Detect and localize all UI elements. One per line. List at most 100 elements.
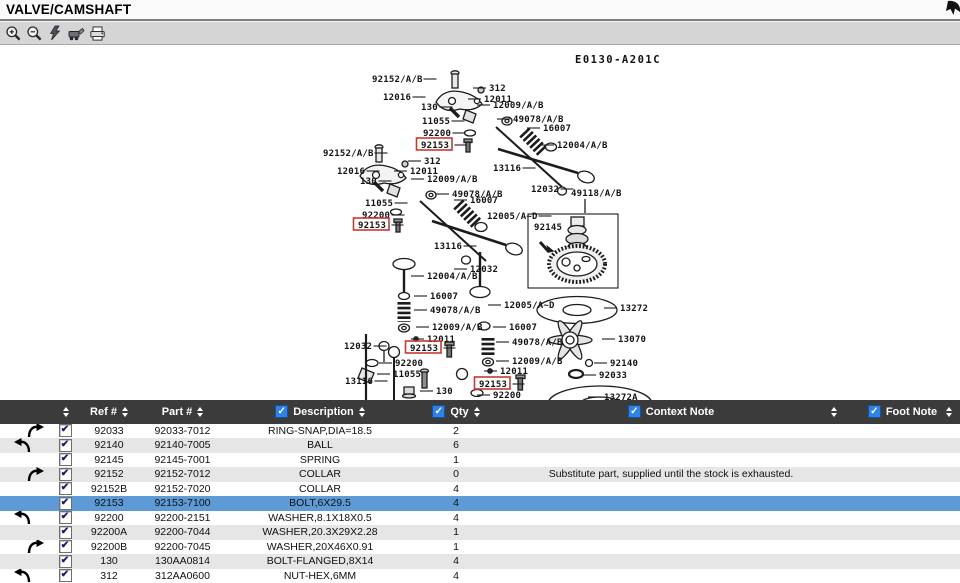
table-row[interactable]: ✔312312AA0600NUT-HEX,6MM4 bbox=[0, 569, 960, 583]
part-label[interactable]: 11055 bbox=[365, 199, 393, 209]
jump-arrow-cw-icon[interactable] bbox=[26, 540, 45, 555]
row-checkbox[interactable]: ✔ bbox=[59, 468, 72, 481]
table-row[interactable]: ✔9203392033-7012RING-SNAP,DIA=18.52 bbox=[0, 424, 960, 439]
part-label[interactable]: 12004/A/B bbox=[427, 272, 478, 282]
column-header-qty[interactable]: ✓Qty bbox=[415, 400, 497, 424]
table-row[interactable]: ✔92200A92200-7044WASHER,20.3X29X2.281 bbox=[0, 525, 960, 540]
column-visibility-checkbox[interactable]: ✓ bbox=[628, 405, 641, 418]
jump-arrow-cw-icon[interactable] bbox=[26, 424, 45, 439]
jump-arrow-cell[interactable] bbox=[0, 424, 52, 439]
part-label[interactable]: 16007 bbox=[543, 124, 571, 134]
part-label[interactable]: 49118/A/B bbox=[571, 189, 622, 199]
part-label[interactable]: 12032 bbox=[344, 342, 372, 352]
jump-arrow-cell[interactable] bbox=[0, 540, 52, 555]
table-row[interactable]: ✔9215292152-7012COLLAR0Substitute part, … bbox=[0, 467, 960, 482]
part-label[interactable]: 12004/A/B bbox=[557, 141, 608, 151]
part-label[interactable]: 92152/A/B bbox=[372, 75, 423, 85]
part-label[interactable]: 13116 bbox=[434, 242, 462, 252]
row-checkbox[interactable]: ✔ bbox=[59, 453, 72, 466]
part-label[interactable]: 12016 bbox=[383, 93, 411, 103]
column-header-context-note[interactable]: ✓Context Note bbox=[497, 400, 845, 424]
jump-arrow-cw-icon[interactable] bbox=[26, 467, 45, 482]
sort-icon[interactable] bbox=[474, 407, 480, 417]
part-label[interactable]: 130 bbox=[436, 387, 453, 397]
row-checkbox[interactable]: ✔ bbox=[59, 424, 72, 437]
sort-icon[interactable] bbox=[122, 407, 128, 417]
row-checkbox[interactable]: ✔ bbox=[59, 526, 72, 539]
sort-icon[interactable] bbox=[946, 407, 952, 417]
part-label[interactable]: 92153 bbox=[479, 380, 507, 390]
part-label[interactable]: 92200 bbox=[362, 211, 390, 221]
part-label[interactable]: 13116 bbox=[493, 164, 521, 174]
part-label[interactable]: 16007 bbox=[430, 292, 458, 302]
part-label[interactable]: 11055 bbox=[393, 370, 421, 380]
hotspot-lightning-icon[interactable] bbox=[46, 24, 64, 42]
part-label[interactable]: 13272 bbox=[620, 304, 648, 314]
part-label[interactable]: 92153 bbox=[358, 221, 386, 231]
part-label[interactable]: 12005/A~D bbox=[487, 212, 538, 222]
row-checkbox[interactable]: ✔ bbox=[59, 511, 72, 524]
jump-arrow-cell[interactable] bbox=[0, 467, 52, 482]
part-label[interactable]: 92152/A/B bbox=[323, 149, 374, 159]
jump-arrow-cell[interactable] bbox=[0, 569, 52, 583]
row-checkbox[interactable]: ✔ bbox=[59, 555, 72, 568]
column-header-ref-arrow[interactable] bbox=[0, 400, 78, 424]
table-row[interactable]: ✔92152B92152-7020COLLAR4 bbox=[0, 482, 960, 497]
column-header-part[interactable]: Part # bbox=[140, 400, 225, 424]
row-checkbox[interactable]: ✔ bbox=[59, 569, 72, 582]
column-header-ref[interactable]: Ref # bbox=[78, 400, 140, 424]
table-row[interactable]: ✔9220092200-2151WASHER,8.1X18X0.54 bbox=[0, 511, 960, 526]
part-label[interactable]: 312 bbox=[424, 157, 441, 167]
part-label[interactable]: 92153 bbox=[421, 141, 449, 151]
table-row[interactable]: ✔9214592145-7001SPRING1 bbox=[0, 453, 960, 468]
jump-arrow-ccw-icon[interactable] bbox=[13, 569, 32, 583]
part-label[interactable]: 92200 bbox=[493, 391, 521, 400]
part-label[interactable]: 92145 bbox=[534, 223, 562, 233]
part-label[interactable]: 12032 bbox=[531, 185, 559, 195]
jump-arrow-cell[interactable] bbox=[0, 511, 52, 526]
column-header-description[interactable]: ✓Description bbox=[225, 400, 415, 424]
part-label[interactable]: 16007 bbox=[470, 196, 498, 206]
row-checkbox[interactable]: ✔ bbox=[59, 439, 72, 452]
part-label[interactable]: 12009/A/B bbox=[493, 101, 544, 111]
table-row[interactable]: ✔9214092140-7005BALL6 bbox=[0, 438, 960, 453]
part-label[interactable]: 13070 bbox=[618, 335, 646, 345]
print-icon[interactable] bbox=[88, 24, 106, 42]
part-label[interactable]: 11055 bbox=[422, 117, 450, 127]
part-label[interactable]: 13272A bbox=[604, 393, 638, 400]
column-header-foot-note[interactable]: ✓Foot Note bbox=[845, 400, 960, 424]
part-label[interactable]: 92200 bbox=[395, 359, 423, 369]
jump-arrow-ccw-icon[interactable] bbox=[13, 511, 32, 526]
jump-arrow-cell[interactable] bbox=[0, 438, 52, 453]
jump-arrow-ccw-icon[interactable] bbox=[13, 438, 32, 453]
zoom-in-icon[interactable] bbox=[4, 24, 22, 42]
sort-icon[interactable] bbox=[63, 407, 69, 417]
zoom-out-icon[interactable] bbox=[25, 24, 43, 42]
part-label[interactable]: 312 bbox=[489, 84, 506, 94]
table-row[interactable]: ✔92200B92200-7045WASHER,20X46X0.911 bbox=[0, 540, 960, 555]
row-checkbox[interactable]: ✔ bbox=[59, 540, 72, 553]
part-label[interactable]: 16007 bbox=[509, 323, 537, 333]
part-label[interactable]: 92140 bbox=[610, 359, 638, 369]
part-label[interactable]: 12005/A~D bbox=[504, 301, 555, 311]
part-label[interactable]: 12016 bbox=[337, 167, 365, 177]
part-label[interactable]: 130 bbox=[421, 103, 438, 113]
cart-icon[interactable] bbox=[67, 24, 85, 42]
column-visibility-checkbox[interactable]: ✓ bbox=[432, 405, 445, 418]
part-label[interactable]: 12011 bbox=[500, 367, 528, 377]
sort-icon[interactable] bbox=[831, 407, 837, 417]
table-row[interactable]: ✔9215392153-7100BOLT,6X29.54 bbox=[0, 496, 960, 511]
part-label[interactable]: 12009/A/B bbox=[512, 357, 563, 367]
table-row[interactable]: ✔130130AA0814BOLT-FLANGED,8X144 bbox=[0, 554, 960, 569]
column-visibility-checkbox[interactable]: ✓ bbox=[275, 405, 288, 418]
part-label[interactable]: 49078/A/B bbox=[512, 338, 563, 348]
part-label[interactable]: 130 bbox=[360, 177, 377, 187]
part-label[interactable]: 92033 bbox=[599, 371, 627, 381]
part-label[interactable]: 13116 bbox=[345, 377, 373, 387]
row-checkbox[interactable]: ✔ bbox=[59, 497, 72, 510]
sort-icon[interactable] bbox=[359, 407, 365, 417]
part-label[interactable]: 12009/A/B bbox=[427, 175, 478, 185]
row-checkbox[interactable]: ✔ bbox=[59, 482, 72, 495]
column-visibility-checkbox[interactable]: ✓ bbox=[868, 405, 881, 418]
part-label[interactable]: 12009/A/B bbox=[432, 323, 483, 333]
